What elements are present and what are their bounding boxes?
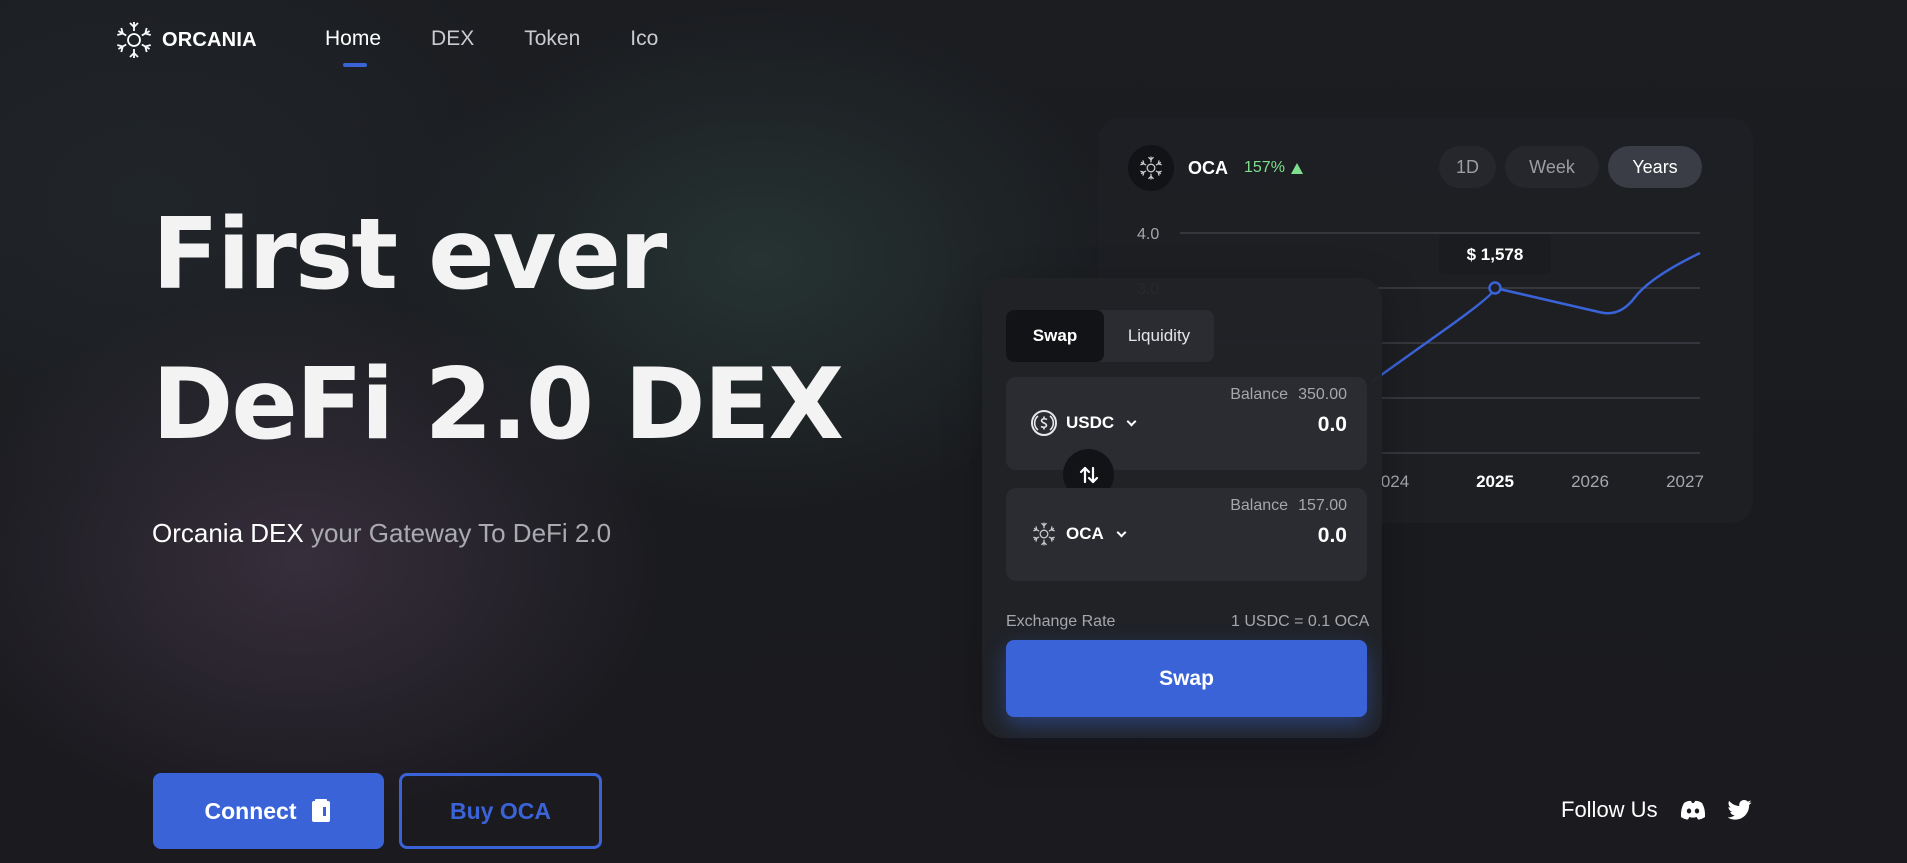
connect-label: Connect: [204, 797, 297, 824]
oca-icon: [1032, 522, 1056, 547]
to-amount-input[interactable]: 0.0: [1318, 524, 1347, 548]
orcania-logo-icon: [115, 22, 153, 59]
tab-swap[interactable]: Swap: [1006, 310, 1104, 362]
from-token-select[interactable]: USDC: [1030, 409, 1137, 437]
brand-logo[interactable]: ORCANIA: [112, 18, 257, 62]
twitter-icon[interactable]: [1727, 800, 1752, 820]
discord-icon[interactable]: [1680, 800, 1706, 820]
hero-title-line-2: DeFi 2.0 DEX: [152, 348, 844, 462]
to-balance-label: Balance: [1230, 497, 1289, 514]
to-balance-value: 157.00: [1298, 497, 1347, 514]
nav-home[interactable]: Home: [325, 27, 381, 67]
nav-ico[interactable]: Ico: [630, 27, 658, 51]
from-balance-label: Balance: [1230, 386, 1289, 403]
chart-token-header: OCA 157%: [1128, 145, 1303, 191]
price-change: 157%: [1244, 159, 1303, 177]
brand-name: ORCANIA: [162, 28, 257, 51]
hero-subtitle-rest: your Gateway To DeFi 2.0: [303, 518, 612, 548]
price-change-value: 157%: [1244, 159, 1285, 176]
usdc-icon: [1031, 410, 1057, 436]
chevron-down-icon: [1126, 416, 1137, 426]
main-nav: Home DEX Token Ico: [325, 27, 708, 67]
up-arrow-icon: [1290, 162, 1303, 174]
from-balance: Balance 350.00: [1230, 386, 1347, 404]
hero-subtitle-brand: Orcania DEX: [152, 518, 304, 548]
hero-title-line-1: First ever: [152, 198, 667, 312]
range-week-button[interactable]: Week: [1505, 146, 1599, 188]
exchange-rate-value: 1 USDC = 0.1 OCA: [1231, 613, 1370, 630]
social-links: Follow Us: [1561, 797, 1752, 823]
range-1d-button[interactable]: 1D: [1439, 146, 1496, 188]
tab-liquidity[interactable]: Liquidity: [1104, 310, 1214, 362]
wallet-icon: [311, 799, 330, 822]
exchange-rate-label: Exchange Rate: [1006, 613, 1116, 630]
connect-button[interactable]: Connect: [153, 773, 384, 849]
from-token-name: USDC: [1066, 413, 1115, 432]
from-token-box: Balance 350.00 0.0 USDC: [1006, 377, 1367, 470]
range-years-button[interactable]: Years: [1608, 146, 1702, 188]
to-token-select[interactable]: OCA: [1030, 520, 1127, 548]
to-token-box: Balance 157.00 0.0 OCA: [1006, 488, 1367, 581]
hero-subtitle: Orcania DEX your Gateway To DeFi 2.0: [152, 518, 611, 549]
to-balance: Balance 157.00: [1230, 497, 1347, 515]
oca-token-icon: [1128, 145, 1174, 191]
swap-arrows-icon: [1079, 466, 1098, 483]
nav-dex[interactable]: DEX: [431, 27, 474, 51]
chevron-down-icon: [1116, 527, 1127, 537]
chart-token-name: OCA: [1188, 157, 1228, 178]
swap-tabs: Swap Liquidity: [1006, 310, 1214, 362]
from-amount-input[interactable]: 0.0: [1318, 413, 1347, 437]
from-balance-value: 350.00: [1298, 386, 1347, 403]
follow-us-label: Follow Us: [1561, 797, 1658, 822]
swap-submit-button[interactable]: Swap: [1006, 640, 1367, 717]
to-token-name: OCA: [1066, 524, 1104, 543]
nav-token[interactable]: Token: [524, 27, 580, 51]
buy-oca-button[interactable]: Buy OCA: [399, 773, 602, 849]
